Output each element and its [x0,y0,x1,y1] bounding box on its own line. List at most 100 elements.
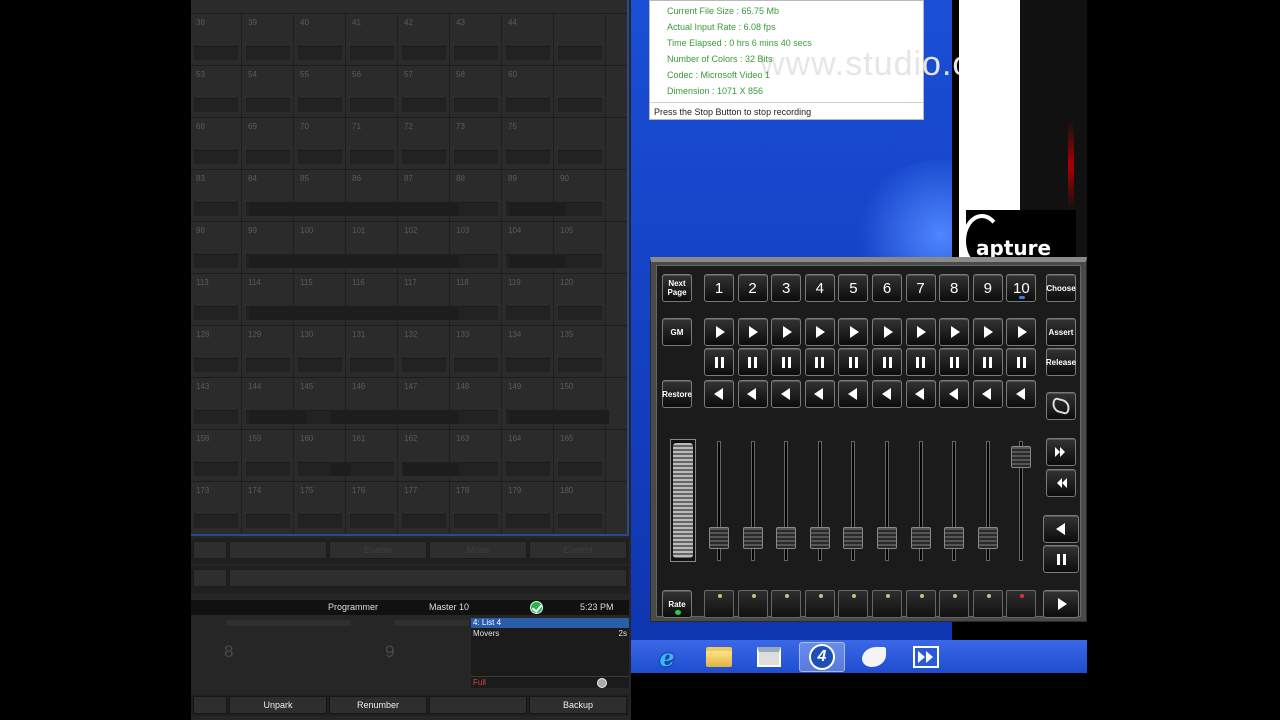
grid-cell[interactable]: 179 [503,482,554,534]
unpark-button[interactable]: Unpark [229,696,327,714]
grand-master-fader[interactable] [670,439,696,562]
settings-button[interactable] [1046,392,1076,420]
back-button-8[interactable] [939,380,970,408]
grid-cell[interactable]: 158 [191,430,242,482]
grid-cell[interactable]: 135 [555,326,606,378]
pause-button-8[interactable] [939,348,970,376]
taskbar-circle-4-app[interactable]: 4 [799,642,845,672]
go-button-9[interactable] [972,318,1003,346]
grid-cell[interactable]: 56 [347,66,398,118]
grid-cell[interactable]: 129 [243,326,294,378]
grid-cell[interactable]: 131 [347,326,398,378]
taskbar-window-app[interactable] [746,642,792,672]
back-button-3[interactable] [771,380,802,408]
enable-button[interactable]: Enable [329,541,427,559]
gm-button[interactable]: GM [662,318,692,346]
cuelist-title[interactable]: 4: List 4 [471,618,629,628]
page-button-7[interactable]: 7 [905,274,936,302]
pause-button-1[interactable] [704,348,734,376]
toolbar-button-blank-3[interactable] [193,569,227,587]
go-button-8[interactable] [939,318,970,346]
grid-cell[interactable]: 119 [503,274,554,326]
page-button-1[interactable]: 1 [704,274,734,302]
next-page-button[interactable]: Next Page [662,274,692,302]
grid-cell[interactable]: 53 [191,66,242,118]
grid-cell[interactable]: 54 [243,66,294,118]
grid-cell[interactable]: 132 [399,326,450,378]
pause-button-6[interactable] [872,348,902,376]
go-button-1[interactable] [704,318,734,346]
cuelist-row[interactable]: Movers 2s [471,628,629,639]
grid-cell[interactable]: 69 [243,118,294,170]
flash-button-3[interactable] [771,590,802,618]
grid-cell[interactable]: 174 [243,482,294,534]
grid-cell[interactable]: 39 [243,14,294,66]
page-button-9[interactable]: 9 [972,274,1003,302]
knob-icon[interactable] [597,678,607,688]
pause-button-7[interactable] [905,348,936,376]
grand-master-wheel[interactable] [673,443,693,558]
rate-button[interactable]: Rate [662,590,692,618]
pause-button[interactable] [1043,545,1079,573]
restore-button[interactable]: Restore [662,380,692,408]
back-button-2[interactable] [737,380,768,408]
pause-button-4[interactable] [804,348,835,376]
go-button-7[interactable] [905,318,936,346]
release-button[interactable]: Release [1046,348,1076,376]
grid-cell[interactable]: 128 [191,326,242,378]
bottom-button-blank-2[interactable] [429,696,527,714]
fader-handle-5[interactable] [843,527,864,550]
grid-cell[interactable]: 43 [451,14,502,66]
grid-cell[interactable]: 70 [295,118,346,170]
cue-slider-right[interactable] [395,620,469,626]
fader-handle-4[interactable] [809,527,830,550]
cue-slider-left[interactable] [227,620,351,626]
grid-cell[interactable]: 55 [295,66,346,118]
go-button-3[interactable] [771,318,802,346]
back-button-7[interactable] [905,380,936,408]
fader-handle-6[interactable] [877,527,897,550]
grid-cell[interactable]: 178 [451,482,502,534]
back-button-9[interactable] [972,380,1003,408]
grid-cell[interactable]: 73 [451,118,502,170]
grid-cell[interactable]: 75 [503,118,554,170]
renumber-button[interactable]: Renumber [329,696,427,714]
toolbar-button-blank-1[interactable] [193,541,227,559]
page-button-10[interactable]: 10 [1006,274,1037,302]
page-button-3[interactable]: 3 [771,274,802,302]
taskbar-fast-forward-app[interactable] [903,642,949,672]
grid-cell[interactable]: 42 [399,14,450,66]
taskbar-file-explorer[interactable] [696,642,742,672]
go-button-2[interactable] [737,318,768,346]
grid-cell[interactable]: 41 [347,14,398,66]
flash-button-5[interactable] [838,590,869,618]
go-button-5[interactable] [838,318,869,346]
flash-button-7[interactable] [905,590,936,618]
pause-button-2[interactable] [737,348,768,376]
flash-button-9[interactable] [972,590,1003,618]
back-button-1[interactable] [704,380,734,408]
page-button-2[interactable]: 2 [737,274,768,302]
grid-cell[interactable]: 71 [347,118,398,170]
taskbar-internet-explorer[interactable]: e [644,642,690,672]
taskbar-bird-app[interactable] [851,642,897,672]
go-button-6[interactable] [872,318,902,346]
page-button-4[interactable]: 4 [804,274,835,302]
pause-button-3[interactable] [771,348,802,376]
grid-cell[interactable]: 173 [191,482,242,534]
grid-cell[interactable]: 164 [503,430,554,482]
flash-button-4[interactable] [804,590,835,618]
back-button-6[interactable] [872,380,902,408]
grid-cell[interactable]: 130 [295,326,346,378]
fader-handle-8[interactable] [944,527,965,550]
page-button-6[interactable]: 6 [872,274,902,302]
pause-button-10[interactable] [1006,348,1037,376]
flash-button-10[interactable] [1006,590,1037,618]
bottom-button-blank-1[interactable] [193,696,227,714]
flash-button-1[interactable] [704,590,734,618]
grid-cell[interactable]: 38 [191,14,242,66]
grid-cell[interactable]: 44 [503,14,554,66]
assert-button[interactable]: Assert [1046,318,1076,346]
go-button[interactable] [1043,590,1079,618]
cuelist-panel[interactable]: 4: List 4 Movers 2s Full [471,618,629,688]
